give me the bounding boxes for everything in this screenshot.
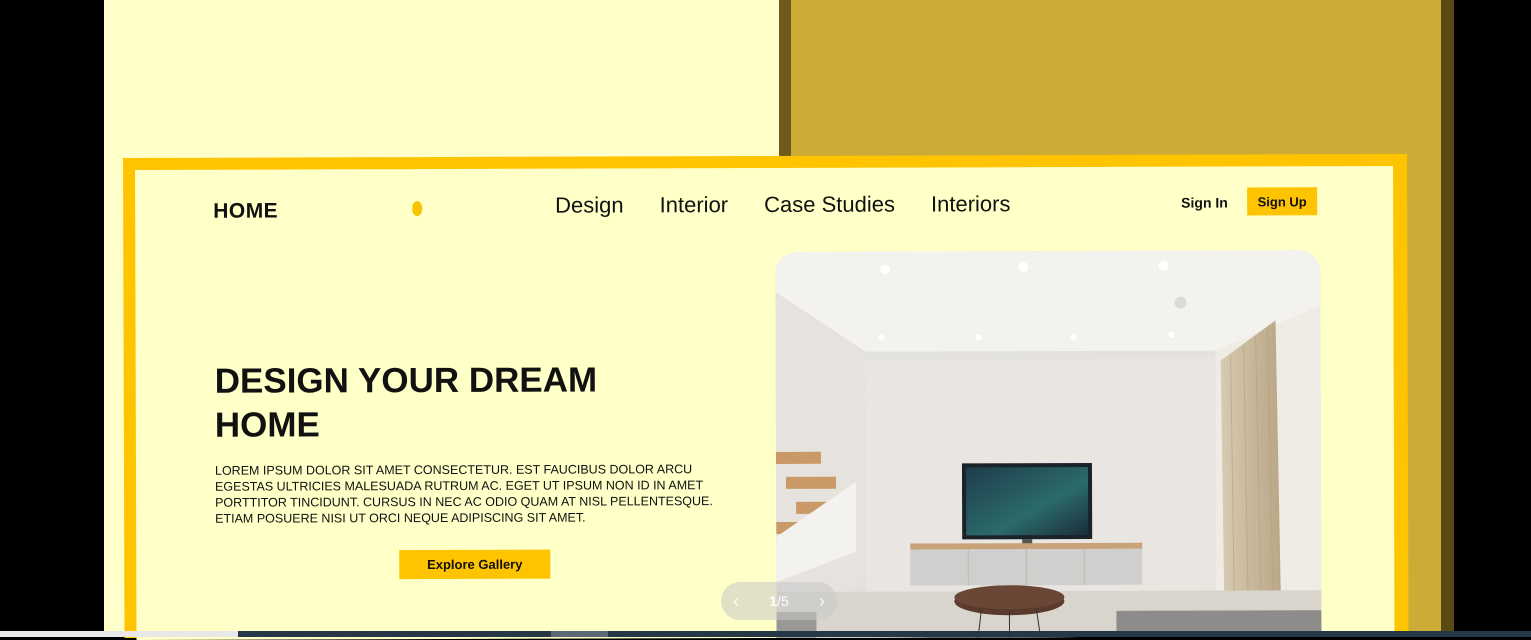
carousel-pager: ‹ 1/5 ›	[721, 582, 837, 620]
preview-frame: HOME Design Interior Case Studies Interi…	[123, 154, 1409, 638]
chevron-right-icon[interactable]: ›	[819, 591, 825, 612]
sign-up-button[interactable]: Sign Up	[1247, 187, 1317, 215]
hero-description: LOREM IPSUM DOLOR SIT AMET CONSECTETUR. …	[215, 461, 735, 527]
carousel-counter: 1/5	[769, 593, 788, 609]
nav-item-interiors[interactable]: Interiors	[931, 191, 1011, 217]
nav-item-interior[interactable]: Interior	[660, 192, 729, 218]
landing-page: HOME Design Interior Case Studies Interi…	[135, 166, 1394, 640]
backdrop-right-edge	[1441, 0, 1454, 632]
main-nav: Design Interior Case Studies Interiors	[555, 191, 1010, 218]
living-room-illustration	[775, 250, 1321, 640]
nav-item-case-studies[interactable]: Case Studies	[764, 192, 895, 218]
taskbar-button[interactable]	[551, 631, 608, 637]
explore-gallery-button[interactable]: Explore Gallery	[399, 550, 550, 579]
hero-image	[775, 250, 1321, 640]
taskbar-app-area	[0, 631, 238, 637]
site-logo[interactable]: HOME	[213, 200, 278, 224]
hero-headline: DESIGN YOUR DREAM HOME	[215, 358, 655, 447]
sign-in-link[interactable]: Sign In	[1181, 195, 1228, 211]
nav-item-design[interactable]: Design	[555, 192, 624, 218]
decorative-dot	[412, 201, 422, 216]
chevron-left-icon[interactable]: ‹	[733, 591, 739, 612]
